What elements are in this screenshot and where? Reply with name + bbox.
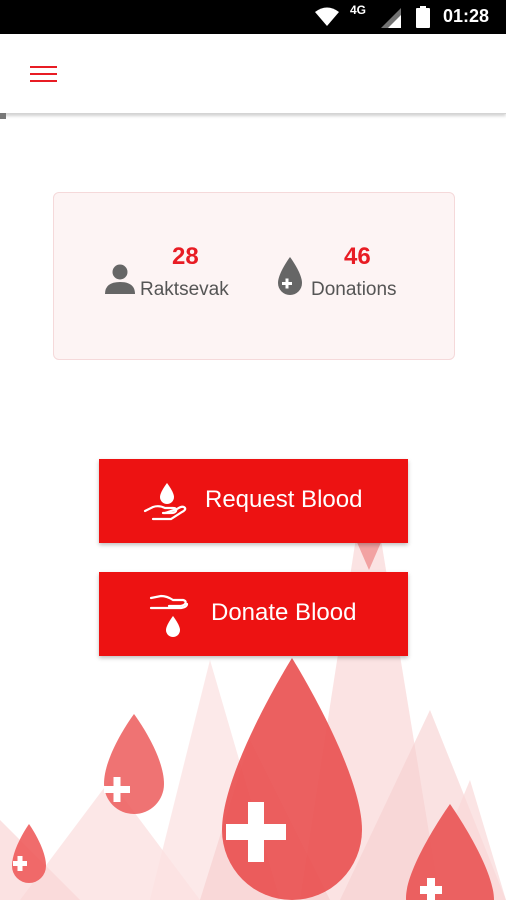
battery-icon <box>416 6 430 28</box>
app-screen: 4G 01:28 28 Raktsevak 46 Donations Reque… <box>0 0 506 900</box>
donate-hand-drop-icon <box>149 594 189 637</box>
raktsevak-count: 28 <box>172 243 199 270</box>
wifi-icon <box>315 7 339 26</box>
blood-drop-plus-icon <box>278 257 302 295</box>
status-bar: 4G 01:28 <box>0 0 506 34</box>
signal-icon <box>381 8 401 28</box>
menu-line <box>30 80 57 82</box>
hamburger-menu-icon[interactable] <box>30 61 60 87</box>
clock: 01:28 <box>443 6 490 26</box>
donations-label: Donations <box>311 279 397 300</box>
app-bar-edge <box>0 113 6 119</box>
network-type: 4G <box>350 3 367 17</box>
request-blood-label: Request Blood <box>205 486 363 513</box>
donations-count: 46 <box>344 243 371 270</box>
stats-card: 28 Raktsevak 46 Donations <box>53 192 455 360</box>
hand-drop-icon <box>143 483 187 521</box>
donate-blood-label: Donate Blood <box>211 599 357 626</box>
app-bar <box>0 34 506 114</box>
menu-line <box>30 73 57 75</box>
raktsevak-label: Raktsevak <box>140 279 229 300</box>
donate-blood-button[interactable]: Donate Blood <box>99 572 408 656</box>
request-blood-button[interactable]: Request Blood <box>99 459 408 543</box>
menu-line <box>30 66 57 68</box>
person-icon <box>105 264 135 294</box>
